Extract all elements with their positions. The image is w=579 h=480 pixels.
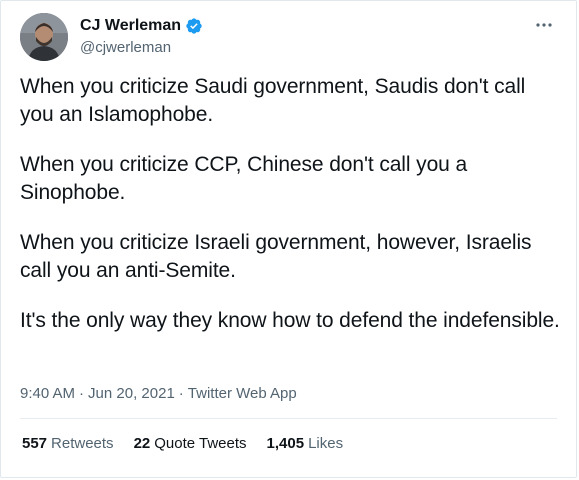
profile-photo [20, 13, 68, 61]
author-handle[interactable]: @cjwerleman [80, 38, 171, 58]
meta-separator: · [79, 385, 85, 402]
retweets-label: Retweets [51, 435, 114, 452]
quote-tweets-stat[interactable]: 22 Quote Tweets [134, 434, 247, 454]
meta-separator: · [178, 385, 184, 402]
tweet-text: When you criticize Saudi government, Sau… [20, 73, 560, 357]
engagement-stats: 557 Retweets 22 Quote Tweets 1,405 Likes [22, 434, 343, 454]
verified-badge-icon [185, 17, 203, 35]
quote-tweets-label: Quote Tweets [154, 435, 247, 452]
tweet-time-link[interactable]: 9:40 AM [20, 384, 75, 404]
likes-count: 1,405 [266, 435, 305, 452]
author-name-row[interactable]: CJ Werleman [80, 16, 203, 36]
tweet-paragraph: When you criticize CCP, Chinese don't ca… [20, 153, 468, 204]
retweets-stat[interactable]: 557 Retweets [22, 434, 114, 454]
likes-stat[interactable]: 1,405 Likes [267, 434, 344, 454]
likes-label: Likes [308, 435, 344, 452]
tweet-card: CJ Werleman @cjwerleman When you critici… [0, 0, 577, 478]
more-horizontal-icon [536, 23, 552, 27]
tweet-paragraph: When you criticize Saudi government, Sau… [20, 75, 526, 126]
quote-tweets-count: 22 [133, 435, 151, 452]
avatar[interactable] [20, 13, 68, 61]
tweet-paragraph: It's the only way they know how to defen… [20, 309, 560, 332]
tweet-metadata: 9:40 AM · Jun 20, 2021 · Twitter Web App [20, 384, 297, 404]
tweet-source-link[interactable]: Twitter Web App [188, 384, 297, 404]
divider [20, 418, 557, 419]
tweet-date-link[interactable]: Jun 20, 2021 [88, 384, 175, 404]
tweet-paragraph: When you criticize Israeli government, h… [20, 231, 532, 282]
retweets-count: 557 [22, 435, 48, 452]
more-options-button[interactable] [532, 15, 556, 35]
author-name[interactable]: CJ Werleman [80, 16, 181, 36]
